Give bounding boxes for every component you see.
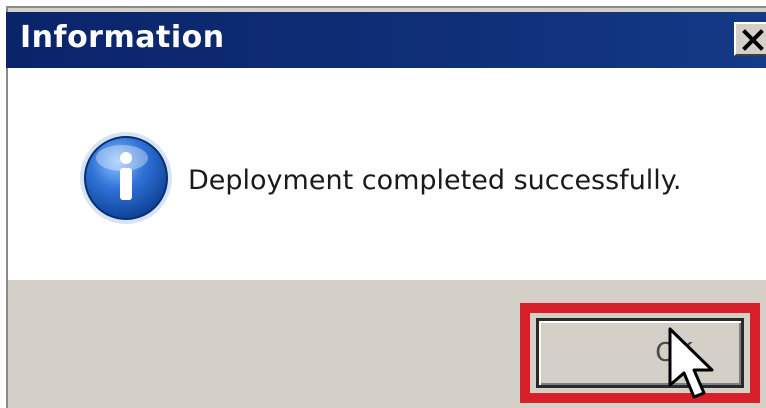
dialog-title: Information [20,20,225,55]
mouse-pointer-icon [668,327,714,399]
dialog-body: Deployment completed successfully. [8,68,766,280]
close-icon [742,29,764,51]
close-button[interactable] [734,22,766,56]
dialog-titlebar[interactable]: Information [6,12,766,68]
dialog-message: Deployment completed successfully. [188,165,682,196]
info-icon [80,132,172,224]
